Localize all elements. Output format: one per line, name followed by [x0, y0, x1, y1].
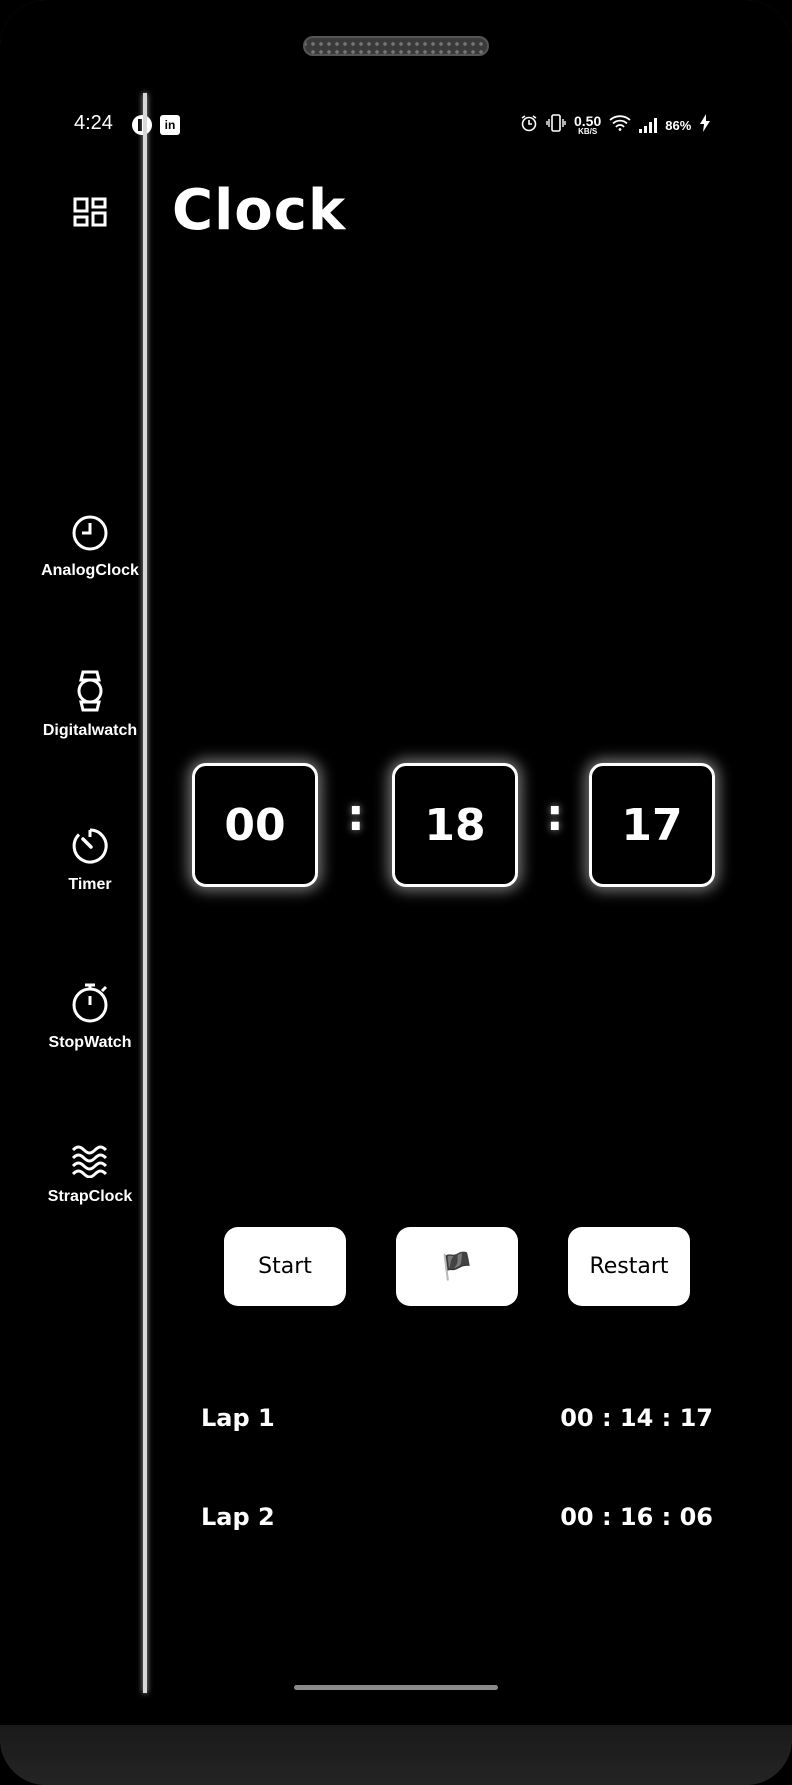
lap-label: Lap 2 [201, 1503, 275, 1531]
minutes-display: 18 [392, 763, 518, 887]
lap-label: Lap 1 [201, 1404, 275, 1432]
status-icons: 0.50 KB/S 86% [520, 112, 711, 138]
network-speed-value: 0.50 [574, 113, 602, 129]
seconds-display: 17 [589, 763, 715, 887]
hours-display: 00 [192, 763, 318, 887]
signal-icon [639, 117, 658, 133]
sidebar-item-label: StopWatch [48, 1034, 132, 1051]
status-time: 4:24 [74, 112, 113, 134]
sidebar-item-label: StrapClock [47, 1188, 133, 1205]
flag-icon: 🏴 [440, 1251, 474, 1282]
network-speed: 0.50 KB/S [574, 114, 601, 136]
sidebar-item-strapclock[interactable]: StrapClock [20, 1144, 160, 1206]
sidebar-item-label: AnalogClock [41, 562, 139, 579]
charging-icon [699, 114, 711, 136]
page-title: Clock [172, 178, 347, 243]
waves-icon [71, 1145, 108, 1178]
battery-percent: 86% [665, 117, 692, 133]
dashboard-icon[interactable] [73, 197, 107, 229]
screen: 4:24 in 0.50 KB/S 86% AnalogClock Digita… [0, 0, 792, 1725]
lap-time: 00 : 14 : 17 [560, 1404, 713, 1432]
list-item: Lap 2 00 : 16 : 06 [201, 1503, 713, 1531]
stopwatch-icon [72, 983, 108, 1023]
list-item: Lap 1 00 : 14 : 17 [201, 1404, 713, 1432]
lap-button[interactable]: 🏴 [396, 1227, 518, 1306]
vibrate-icon [546, 114, 566, 136]
lap-time: 00 : 16 : 06 [560, 1503, 713, 1531]
sidebar-item-label: Timer [68, 876, 112, 893]
app-notification-icon [132, 115, 152, 135]
timer-icon [72, 828, 108, 864]
phone-frame: 4:24 in 0.50 KB/S 86% AnalogClock Digita… [0, 0, 792, 1785]
wristwatch-icon [77, 670, 103, 712]
home-indicator[interactable] [294, 1685, 498, 1690]
sidebar-item-digitalwatch[interactable]: Digitalwatch [20, 670, 160, 740]
alarm-icon [520, 114, 538, 136]
network-speed-unit: KB/S [578, 127, 598, 136]
time-separator: : [546, 790, 564, 841]
phone-chin [0, 1725, 792, 1785]
analog-clock-icon [72, 515, 108, 551]
linkedin-icon: in [160, 115, 180, 135]
wifi-icon [609, 115, 631, 135]
sidebar-item-analogclock[interactable]: AnalogClock [20, 514, 160, 580]
sidebar-item-label: Digitalwatch [42, 722, 138, 739]
sidebar-item-stopwatch[interactable]: StopWatch [20, 982, 160, 1052]
restart-button[interactable]: Restart [568, 1227, 690, 1306]
speaker-grille [303, 36, 489, 56]
start-button[interactable]: Start [224, 1227, 346, 1306]
sidebar-item-timer[interactable]: Timer [20, 826, 160, 894]
time-separator: : [347, 790, 365, 841]
